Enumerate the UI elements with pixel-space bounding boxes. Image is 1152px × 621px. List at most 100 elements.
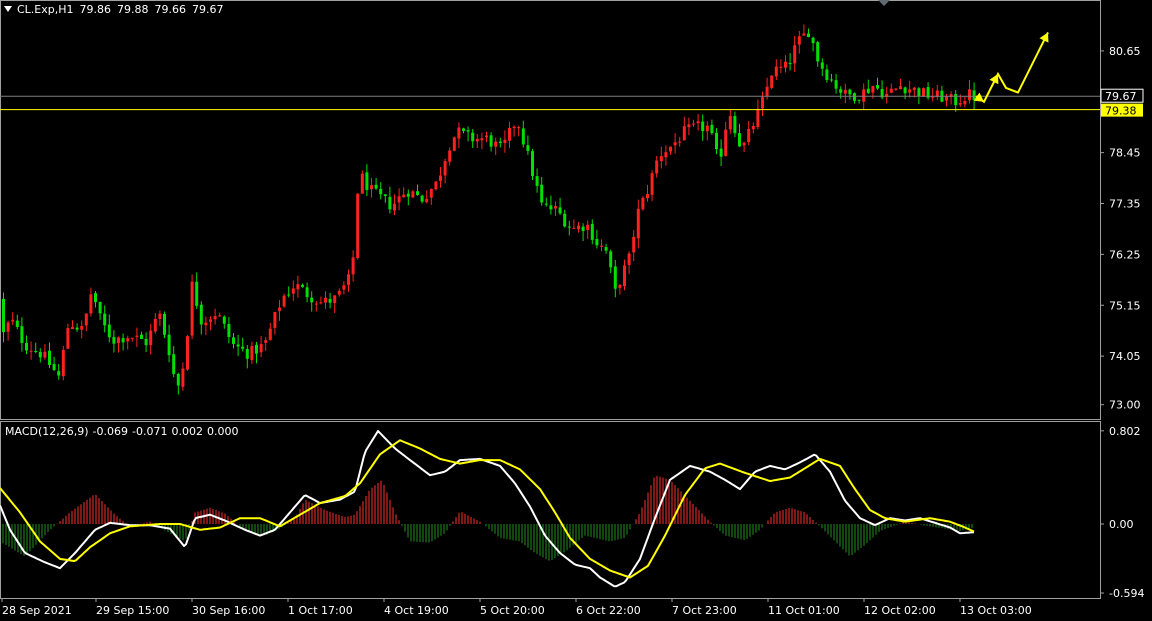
bear-candle (558, 207, 562, 214)
bear-candle (489, 135, 493, 147)
bear-candle (544, 203, 548, 205)
time-tick-label: 29 Sep 15:00 (96, 604, 169, 617)
bear-candle (103, 313, 107, 326)
bear-candle (25, 342, 28, 351)
bull-candle (457, 127, 461, 139)
bear-candle (107, 324, 111, 338)
bull-candle (958, 103, 962, 105)
bear-candle (526, 145, 530, 151)
bull-candle (480, 138, 484, 141)
bear-candle (462, 128, 465, 131)
time-tick-label: 12 Oct 02:00 (864, 604, 936, 617)
bear-candle (34, 351, 38, 353)
bull-candle (586, 224, 590, 230)
bear-candle (733, 116, 737, 134)
shift-marker-icon (878, 0, 890, 6)
bear-candle (48, 350, 51, 365)
price-tick-label: 80.65 (1109, 45, 1141, 58)
bear-candle (613, 266, 617, 289)
bull-candle (218, 315, 222, 317)
bull-candle (347, 274, 350, 285)
time-tick-label: 6 Oct 22:00 (576, 604, 641, 617)
bull-candle (411, 191, 415, 198)
bear-candle (163, 313, 166, 335)
bear-candle (227, 324, 231, 337)
bull-candle (434, 181, 438, 190)
bull-candle (894, 88, 898, 90)
bull-candle (899, 86, 902, 90)
bear-candle (379, 189, 383, 195)
bull-candle (190, 281, 194, 336)
bear-candle (199, 304, 203, 325)
bull-candle (6, 322, 10, 332)
bull-candle (728, 116, 732, 130)
bear-candle (498, 141, 502, 144)
bull-candle (61, 349, 65, 377)
bear-candle (567, 226, 571, 228)
bull-candle (963, 101, 967, 105)
bull-candle (333, 295, 337, 303)
bear-candle (2, 298, 5, 333)
bull-candle (862, 89, 866, 102)
bull-candle (117, 337, 120, 344)
bear-candle (406, 193, 410, 197)
bull-candle (80, 325, 84, 330)
bull-candle (797, 36, 801, 45)
price-tick-label: 73.00 (1109, 399, 1141, 412)
bull-candle (351, 257, 355, 275)
bear-candle (232, 337, 235, 344)
bear-candle (972, 90, 976, 101)
macd-panel-border (0, 421, 1101, 599)
bear-candle (825, 69, 829, 80)
bear-candle (121, 338, 125, 343)
bear-candle (305, 287, 309, 298)
bull-candle (503, 139, 507, 143)
bull-candle (494, 141, 498, 147)
bull-candle (618, 285, 622, 288)
bull-candle (29, 350, 33, 352)
bull-candle (742, 142, 746, 146)
bear-candle (839, 89, 843, 93)
macd-lines (0, 430, 975, 588)
bear-candle (866, 88, 870, 93)
bear-candle (848, 89, 852, 95)
bear-candle (144, 338, 148, 346)
bull-candle (632, 236, 636, 253)
bear-candle (195, 281, 199, 306)
bull-candle (153, 318, 157, 332)
bear-candle (604, 247, 608, 251)
bull-candle (724, 129, 728, 156)
bull-candle (425, 198, 429, 203)
bear-candle (75, 327, 79, 330)
price-tick-label: 74.05 (1109, 350, 1141, 363)
macd-tick-label: 0.802 (1109, 425, 1141, 438)
bear-candle (420, 195, 424, 202)
bear-candle (917, 88, 921, 96)
macd-histogram (2, 475, 973, 561)
bull-candle (342, 285, 346, 290)
bull-candle (659, 156, 663, 162)
bull-candle (282, 295, 286, 307)
bull-candle (889, 88, 893, 93)
bull-candle (209, 319, 212, 322)
bull-candle (268, 328, 272, 340)
chart-canvas[interactable]: 80.65 78.45 77.35 76.25 75.15 74.05 73.00 79.6… (0, 0, 1152, 621)
bull-candle (871, 86, 875, 93)
bear-candle (581, 226, 585, 232)
bull-candle (43, 351, 47, 358)
price-levels: 79.67 79.38 (0, 88, 1144, 118)
bull-candle (747, 128, 751, 143)
bull-candle (356, 193, 360, 259)
time-tick-label: 5 Oct 20:00 (480, 604, 545, 617)
bull-candle (784, 61, 787, 68)
price-tick-label: 77.35 (1109, 198, 1141, 211)
bear-candle (245, 349, 249, 359)
bull-candle (687, 124, 691, 128)
bull-candle (485, 135, 488, 138)
bull-candle (324, 297, 327, 303)
bid-price-label: 79.67 (1105, 90, 1137, 103)
bull-candle (296, 284, 300, 290)
time-tick-label: 1 Oct 17:00 (288, 604, 353, 617)
bull-candle (770, 75, 774, 88)
bear-candle (807, 33, 810, 37)
